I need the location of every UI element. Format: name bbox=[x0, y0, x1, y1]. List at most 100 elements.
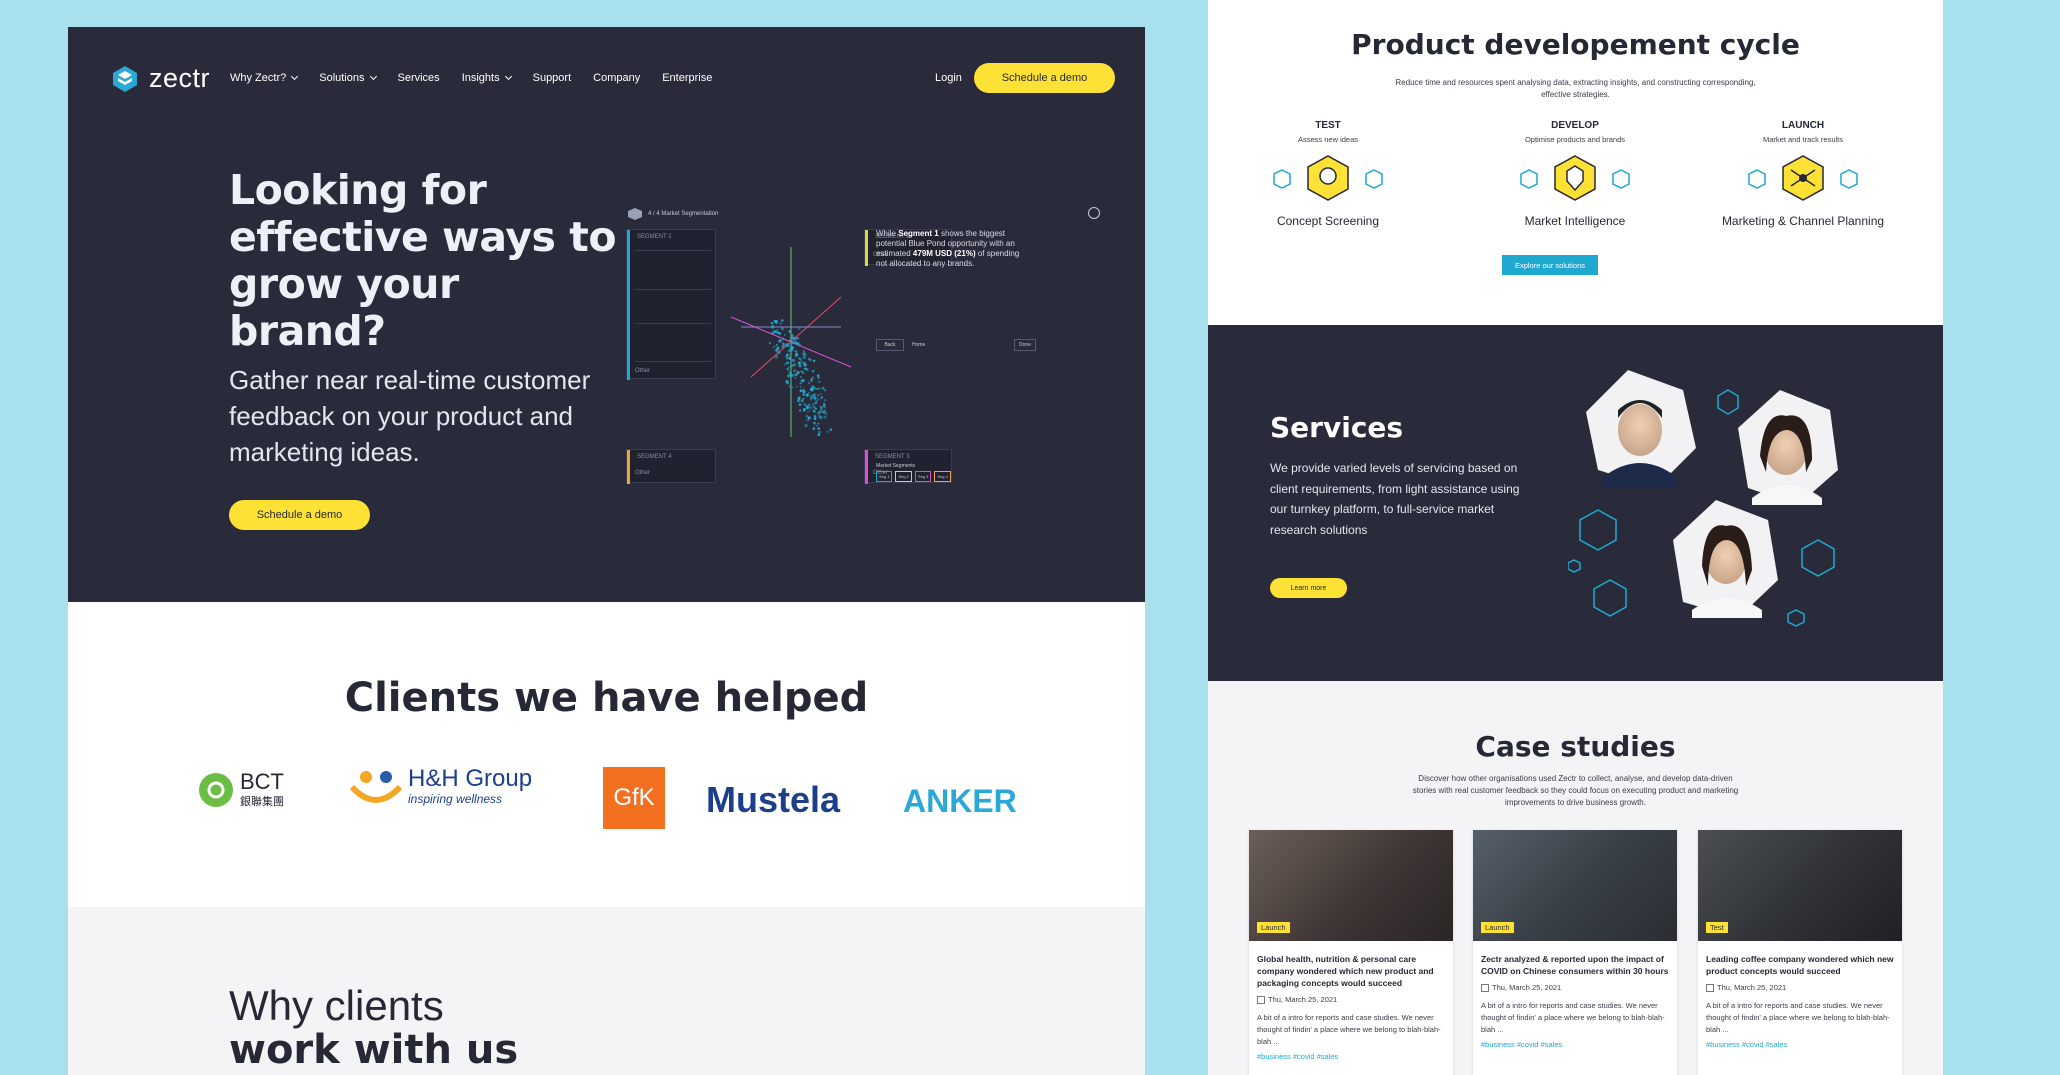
learn-more-button[interactable]: Learn more bbox=[1270, 578, 1347, 598]
stage-name: Marketing & Channel Planning bbox=[1721, 214, 1885, 228]
scatter-point bbox=[794, 376, 797, 379]
stage-key: DEVELOP bbox=[1551, 120, 1599, 131]
scatter-point bbox=[823, 415, 827, 419]
case-study-card[interactable]: Test Leading coffee company wondered whi… bbox=[1698, 830, 1902, 1075]
location-pin-icon bbox=[1520, 155, 1630, 201]
stage-name: Market Intelligence bbox=[1524, 214, 1626, 228]
scatter-point bbox=[794, 350, 798, 353]
case-study-tags[interactable]: #business #covid #sales bbox=[1257, 1052, 1445, 1061]
case-study-card[interactable]: Launch Global health, nutrition & person… bbox=[1249, 830, 1453, 1075]
other-label: Other bbox=[635, 470, 651, 476]
scatter-point bbox=[775, 322, 778, 325]
zectr-logo-icon bbox=[113, 65, 137, 92]
scatter-point bbox=[797, 400, 800, 403]
back-button[interactable]: Back bbox=[876, 339, 904, 351]
case-study-date: Thu, March 25, 2021 bbox=[1706, 983, 1894, 992]
stage-develop: DEVELOP Optimise products and brands Mar… bbox=[1475, 120, 1675, 229]
home-link[interactable]: Home bbox=[912, 342, 925, 348]
scatter-point bbox=[797, 326, 801, 330]
segment-4-card: SEGMENT 4 Other bbox=[626, 449, 716, 484]
scatter-point bbox=[799, 382, 802, 385]
stage-badge: Launch bbox=[1257, 922, 1290, 933]
power-icon[interactable] bbox=[1088, 207, 1100, 219]
scatter-point bbox=[817, 427, 821, 430]
nav-services[interactable]: Services bbox=[398, 72, 440, 84]
scatter-point bbox=[811, 370, 815, 373]
scatter-point bbox=[788, 330, 791, 333]
scatter-point bbox=[802, 393, 806, 397]
nav-label: Services bbox=[397, 72, 440, 84]
legend-item[interactable]: Seg 3 bbox=[914, 471, 932, 482]
scatter-point bbox=[810, 380, 813, 383]
case-study-image: Test bbox=[1698, 830, 1902, 941]
stage-badge: Launch bbox=[1481, 922, 1514, 933]
scatter-point bbox=[823, 398, 827, 402]
legend-item[interactable]: Seg 1 bbox=[876, 471, 893, 482]
scatter-point bbox=[803, 361, 806, 364]
network-icon bbox=[1748, 155, 1858, 201]
scatter-point bbox=[819, 405, 823, 409]
scatter-point bbox=[791, 348, 794, 351]
nav-why-zectr[interactable]: Why Zectr? bbox=[230, 72, 299, 84]
scatter-point bbox=[813, 417, 817, 421]
scatter-point bbox=[804, 423, 808, 428]
scatter-point bbox=[807, 403, 811, 407]
scatter-point bbox=[812, 394, 816, 398]
scatter-point bbox=[797, 361, 801, 365]
scatter-point bbox=[785, 353, 789, 357]
nav-company[interactable]: Company bbox=[593, 72, 640, 84]
scatter-point bbox=[799, 386, 802, 388]
hex-outline-icon bbox=[1717, 389, 1739, 415]
scatter-point bbox=[799, 389, 803, 393]
legend-item[interactable]: Seg 2 bbox=[895, 471, 912, 482]
scatter-point bbox=[815, 407, 817, 410]
scatter-point bbox=[794, 373, 798, 377]
segment-label: SEGMENT 1 bbox=[637, 234, 672, 240]
nav-support[interactable]: Support bbox=[533, 72, 572, 84]
bct-emblem-icon bbox=[199, 773, 233, 807]
case-study-card[interactable]: Launch Zectr analyzed & reported upon th… bbox=[1473, 830, 1677, 1075]
scatter-point bbox=[810, 388, 814, 392]
case-study-tags[interactable]: #business #covid #sales bbox=[1706, 1040, 1894, 1049]
scatter-point bbox=[817, 398, 820, 401]
scatter-point bbox=[793, 340, 797, 345]
scatter-point bbox=[811, 402, 814, 405]
scatter-point bbox=[778, 339, 782, 343]
scatter-point bbox=[829, 428, 833, 432]
services-description: We provide varied levels of servicing ba… bbox=[1270, 461, 1520, 537]
scatter-point bbox=[770, 321, 774, 325]
legend-item[interactable]: Seg 4 bbox=[934, 471, 951, 482]
case-study-tags[interactable]: #business #covid #sales bbox=[1481, 1040, 1669, 1049]
stage-desc: Assess new ideas bbox=[1297, 135, 1359, 144]
stage-desc: Optimise products and brands bbox=[1524, 135, 1626, 144]
nav-solutions[interactable]: Solutions bbox=[319, 72, 377, 84]
nav-insights[interactable]: Insights bbox=[462, 72, 512, 84]
scatter-point bbox=[808, 382, 811, 385]
hero-schedule-demo-button[interactable]: Schedule a demo bbox=[229, 500, 370, 530]
scatter-point bbox=[802, 350, 805, 353]
small-hex-icon bbox=[1568, 559, 1581, 573]
nav-enterprise[interactable]: Enterprise bbox=[662, 72, 712, 84]
schedule-demo-button[interactable]: Schedule a demo bbox=[974, 63, 1115, 93]
scatter-point bbox=[790, 376, 792, 379]
scatter-point bbox=[823, 411, 827, 415]
scatter-point bbox=[813, 421, 816, 425]
anker-logo: ANKER bbox=[903, 783, 1017, 819]
brand-logo[interactable]: zectr bbox=[111, 63, 210, 94]
zectr-mini-logo-icon bbox=[628, 208, 642, 220]
explore-solutions-button[interactable]: Explore our solutions bbox=[1502, 255, 1598, 275]
done-button[interactable]: Done bbox=[1014, 339, 1036, 351]
login-link[interactable]: Login bbox=[935, 72, 962, 84]
hero-subtitle: Gather near real-time customer feedback … bbox=[229, 365, 591, 467]
scatter-point bbox=[802, 379, 805, 382]
segment-legend: Seg 1 Seg 2 Seg 3 Seg 4 bbox=[876, 471, 951, 482]
scatter-point bbox=[780, 326, 784, 330]
scatter-point bbox=[783, 363, 786, 366]
stage-badge: Test bbox=[1706, 922, 1728, 933]
calendar-icon bbox=[1257, 995, 1265, 1004]
scatter-point bbox=[816, 374, 820, 378]
scatter-point bbox=[795, 336, 799, 340]
scatter-point bbox=[788, 385, 792, 388]
date-text: Thu, March 25, 2021 bbox=[1492, 983, 1562, 992]
stage-desc: Market and track results bbox=[1762, 135, 1844, 144]
